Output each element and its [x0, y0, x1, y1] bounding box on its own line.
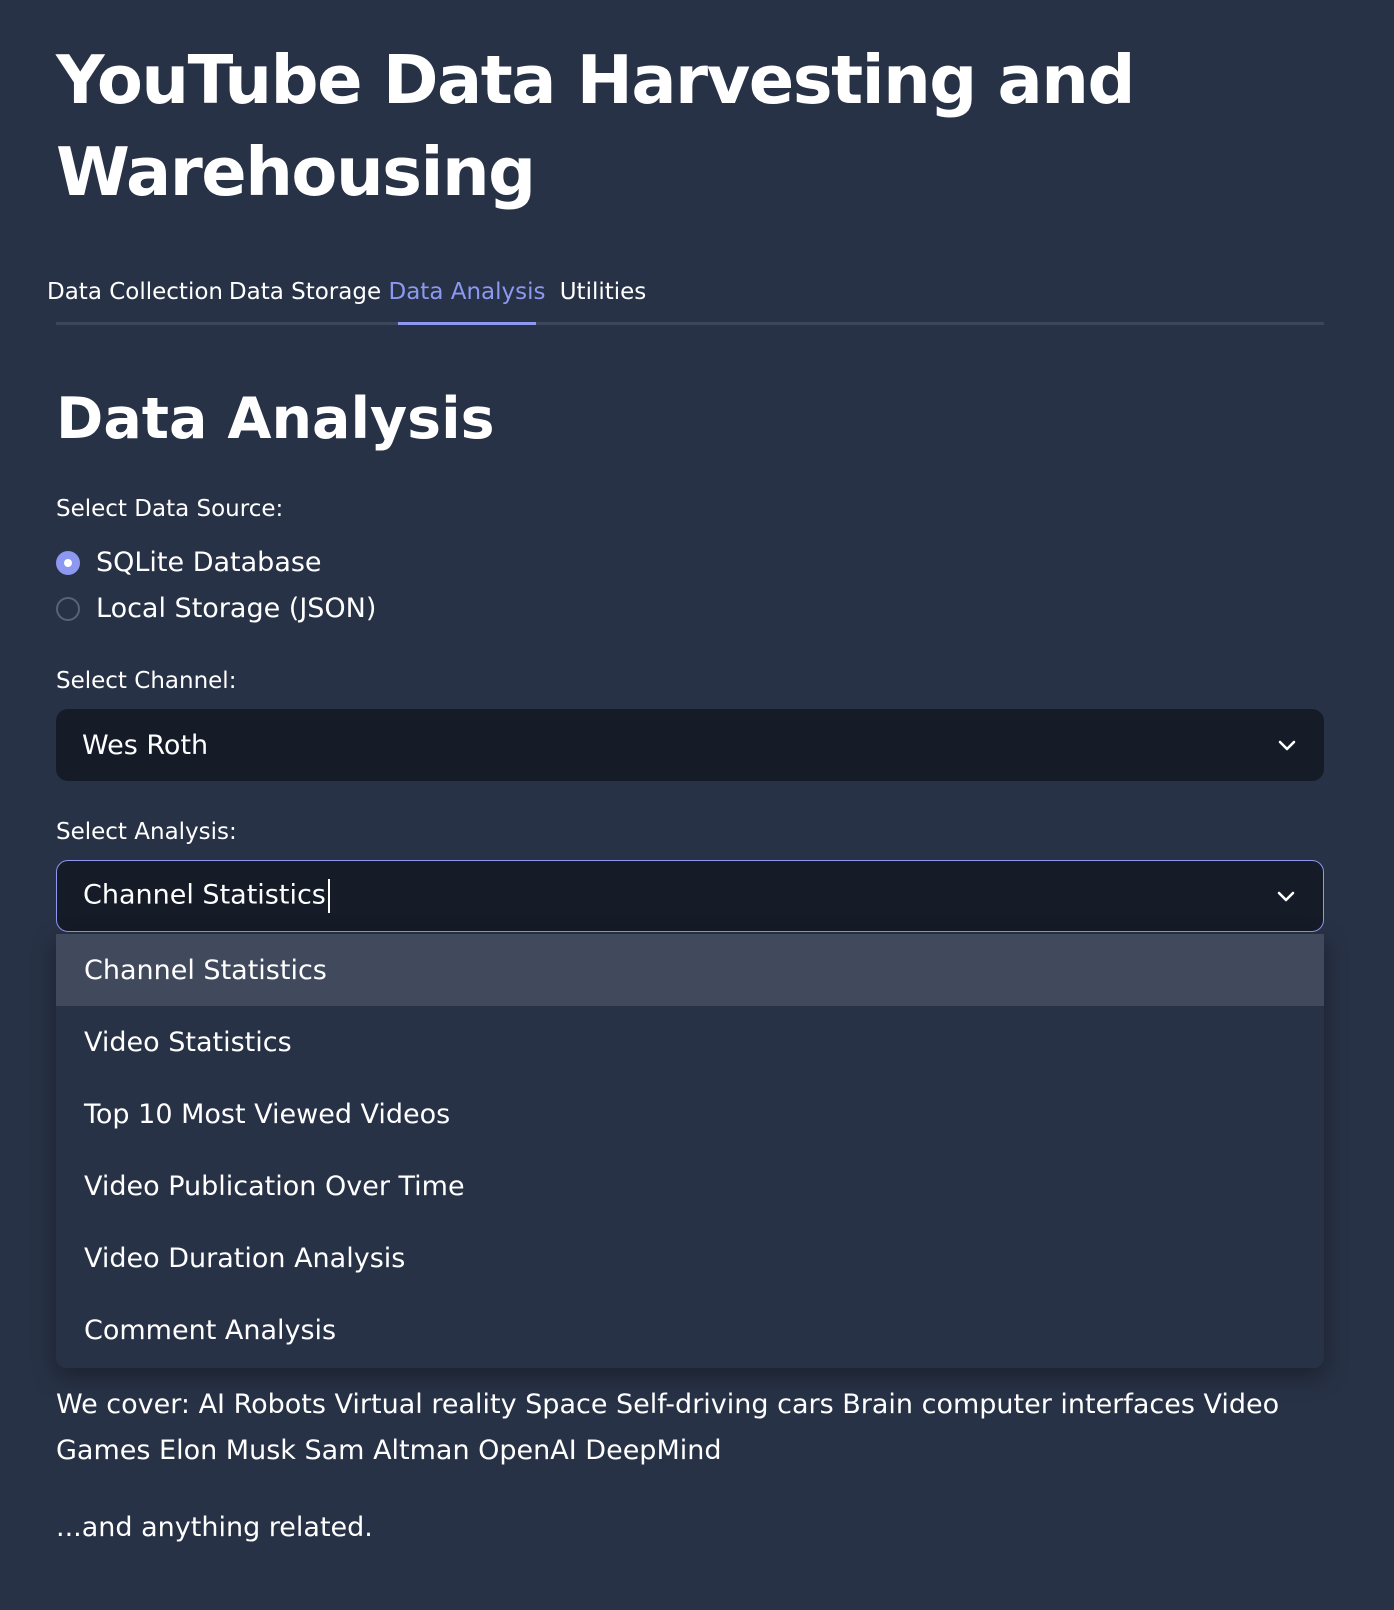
analysis-dropdown-menu: Channel Statistics Video Statistics Top … — [56, 934, 1324, 1368]
radio-label: Local Storage (JSON) — [96, 593, 377, 624]
option-comment-analysis[interactable]: Comment Analysis — [56, 1294, 1324, 1366]
page-title: YouTube Data Harvesting and Warehousing — [56, 41, 1135, 211]
chevron-down-icon[interactable] — [1275, 885, 1297, 907]
option-top-10-most-viewed-videos[interactable]: Top 10 Most Viewed Videos — [56, 1078, 1324, 1150]
main-content: YouTube Data Harvesting and Warehousing … — [47, 0, 1324, 1610]
data-source-label: Select Data Source: — [56, 496, 284, 522]
channel-description-footer: ...and anything related. — [56, 1512, 373, 1543]
chevron-down-icon — [1278, 740, 1296, 751]
tab-data-collection[interactable]: Data Collection — [47, 262, 223, 322]
text-cursor — [327, 879, 330, 913]
section-heading: Data Analysis — [56, 386, 495, 452]
radio-local-storage-json[interactable]: Local Storage (JSON) — [56, 589, 376, 629]
option-video-statistics[interactable]: Video Statistics — [56, 1006, 1324, 1078]
option-video-duration-analysis[interactable]: Video Duration Analysis — [56, 1222, 1324, 1294]
tab-bar: Data Collection Data Storage Data Analys… — [47, 262, 1324, 325]
radio-unchecked-icon — [56, 597, 80, 621]
analysis-select[interactable]: Channel Statistics — [56, 860, 1324, 932]
option-video-publication-over-time[interactable]: Video Publication Over Time — [56, 1150, 1324, 1222]
option-channel-statistics[interactable]: Channel Statistics — [56, 934, 1324, 1006]
tab-data-storage[interactable]: Data Storage — [229, 262, 381, 322]
analysis-label: Select Analysis: — [56, 819, 237, 845]
channel-select[interactable]: Wes Roth — [56, 709, 1324, 781]
tab-data-analysis[interactable]: Data Analysis — [389, 262, 546, 325]
analysis-select-input[interactable]: Channel Statistics — [83, 879, 330, 913]
channel-label: Select Channel: — [56, 668, 237, 694]
radio-label: SQLite Database — [96, 547, 322, 578]
channel-select-value: Wes Roth — [82, 729, 209, 761]
radio-checked-icon — [56, 551, 80, 575]
analysis-select-value: Channel Statistics — [83, 879, 326, 911]
channel-description: We cover: AI Robots Virtual reality Spac… — [56, 1389, 1280, 1466]
radio-sqlite-database[interactable]: SQLite Database — [56, 543, 322, 583]
tab-utilities[interactable]: Utilities — [560, 262, 647, 322]
